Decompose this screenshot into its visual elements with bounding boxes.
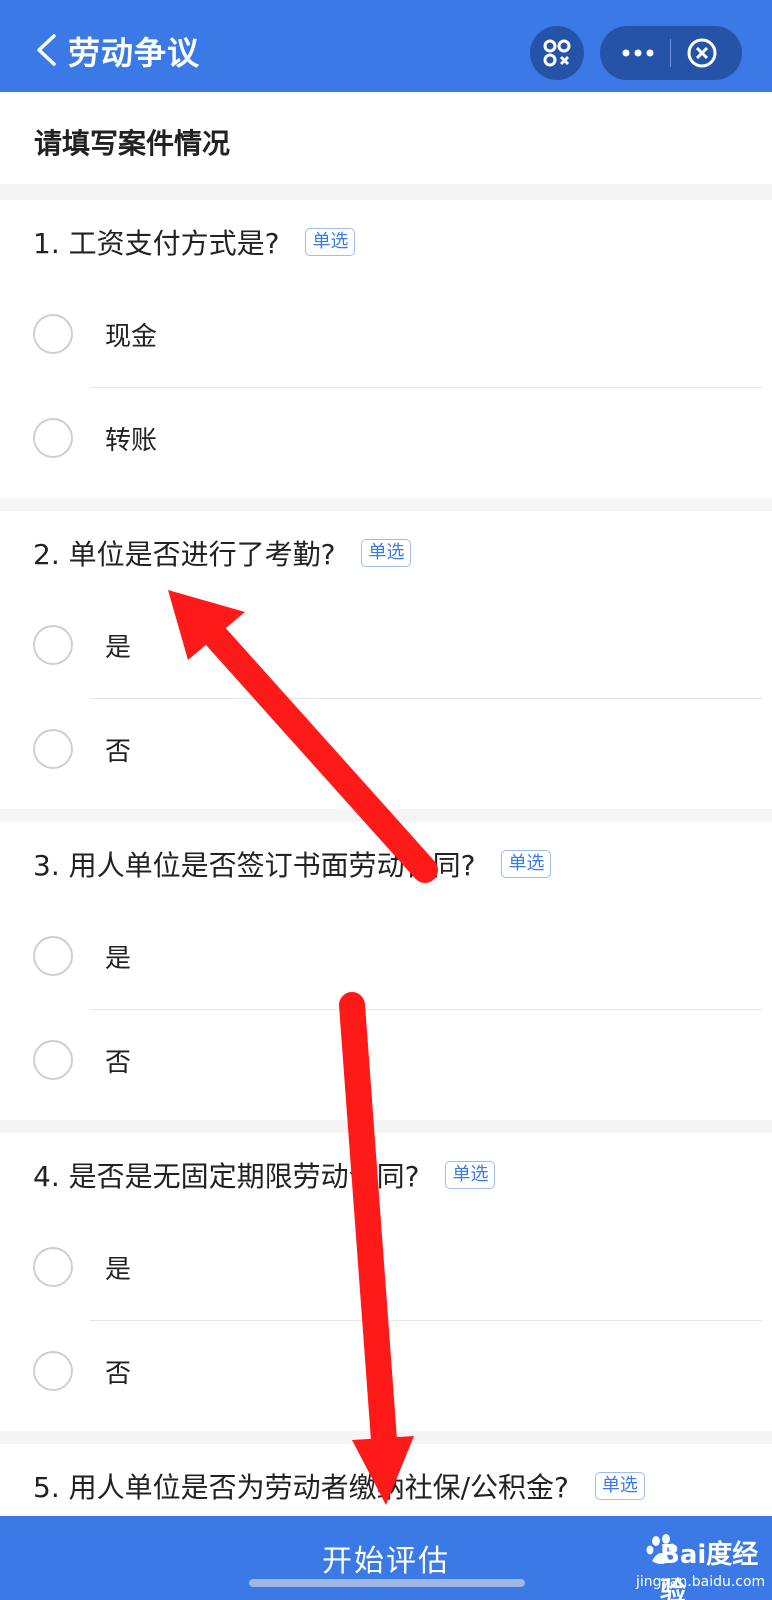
single-choice-badge: 单选 bbox=[445, 1161, 496, 1189]
option-label: 否 bbox=[105, 737, 132, 767]
option-row[interactable]: 是 bbox=[0, 1217, 772, 1321]
more-icon[interactable] bbox=[620, 46, 656, 60]
question-label: 5. 用人单位是否为劳动者缴纳社保/公积金? bbox=[33, 1471, 569, 1504]
question-text: 5. 用人单位是否为劳动者缴纳社保/公积金? 单选 bbox=[33, 1466, 645, 1506]
radio-button[interactable] bbox=[33, 1040, 73, 1080]
radio-button[interactable] bbox=[33, 729, 73, 769]
radio-button[interactable] bbox=[33, 625, 73, 665]
option-label: 是 bbox=[105, 633, 132, 663]
nav-bar: 劳动争议 bbox=[0, 0, 772, 92]
subtitle-section: 请填写案件情况 bbox=[0, 92, 772, 184]
question-text: 4. 是否是无固定期限劳动合同? 单选 bbox=[33, 1155, 496, 1195]
option-label: 转账 bbox=[105, 426, 158, 456]
close-icon[interactable] bbox=[686, 37, 718, 69]
watermark-brand: Bai度经验 bbox=[660, 1540, 759, 1600]
radio-button[interactable] bbox=[33, 936, 73, 976]
question-card-2: 2. 单位是否进行了考勤? 单选 是 否 bbox=[0, 511, 772, 809]
option-row[interactable]: 否 bbox=[0, 1321, 772, 1425]
option-label: 否 bbox=[105, 1359, 132, 1389]
single-choice-badge: 单选 bbox=[361, 539, 412, 567]
home-indicator bbox=[249, 1579, 525, 1587]
single-choice-badge: 单选 bbox=[594, 1472, 645, 1500]
question-text: 3. 用人单位是否签订书面劳动合同? 单选 bbox=[33, 844, 552, 884]
scan-icon bbox=[543, 39, 571, 67]
option-row[interactable]: 否 bbox=[0, 1010, 772, 1114]
radio-button[interactable] bbox=[33, 418, 73, 458]
scan-button[interactable] bbox=[530, 26, 584, 80]
single-choice-badge: 单选 bbox=[305, 228, 356, 256]
question-label: 1. 工资支付方式是? bbox=[33, 227, 280, 260]
option-row[interactable]: 现金 bbox=[0, 284, 772, 388]
radio-button[interactable] bbox=[33, 314, 73, 354]
radio-button[interactable] bbox=[33, 1351, 73, 1391]
question-card-1: 1. 工资支付方式是? 单选 现金 转账 bbox=[0, 200, 772, 498]
question-card-5: 5. 用人单位是否为劳动者缴纳社保/公积金? 单选 bbox=[0, 1444, 772, 1516]
mini-program-capsule bbox=[600, 26, 742, 80]
question-label: 3. 用人单位是否签订书面劳动合同? bbox=[33, 849, 476, 882]
question-label: 2. 单位是否进行了考勤? bbox=[33, 538, 336, 571]
option-label: 是 bbox=[105, 1255, 132, 1285]
section-title: 请填写案件情况 bbox=[34, 127, 231, 160]
question-card-3: 3. 用人单位是否签订书面劳动合同? 单选 是 否 bbox=[0, 822, 772, 1120]
option-row[interactable]: 是 bbox=[0, 906, 772, 1010]
option-row[interactable]: 转账 bbox=[0, 388, 772, 492]
back-chevron-icon[interactable] bbox=[34, 34, 58, 66]
option-label: 是 bbox=[105, 944, 132, 974]
question-text: 1. 工资支付方式是? 单选 bbox=[33, 222, 356, 262]
option-row[interactable]: 否 bbox=[0, 699, 772, 803]
capsule-divider bbox=[670, 39, 671, 67]
question-card-4: 4. 是否是无固定期限劳动合同? 单选 是 否 bbox=[0, 1133, 772, 1431]
watermark-site: jingyan.baidu.com bbox=[636, 1574, 766, 1590]
question-text: 2. 单位是否进行了考勤? 单选 bbox=[33, 533, 412, 573]
page-title: 劳动争议 bbox=[68, 34, 201, 72]
option-label: 现金 bbox=[105, 322, 158, 352]
option-row[interactable]: 是 bbox=[0, 595, 772, 699]
question-label: 4. 是否是无固定期限劳动合同? bbox=[33, 1160, 420, 1193]
radio-button[interactable] bbox=[33, 1247, 73, 1287]
single-choice-badge: 单选 bbox=[501, 850, 552, 878]
option-label: 否 bbox=[105, 1048, 132, 1078]
